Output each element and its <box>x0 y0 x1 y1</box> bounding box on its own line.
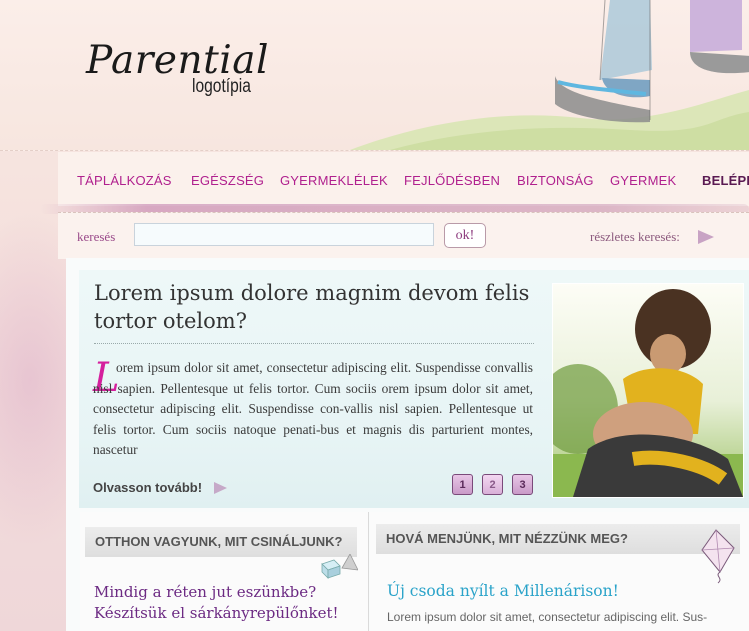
cube-kite-icon <box>321 554 358 579</box>
left-box-text[interactable]: Mindig a réten jut eszünkbe? Készítsük e… <box>94 582 364 624</box>
title-divider <box>94 343 534 344</box>
nav-item-biztonsag[interactable]: BIZTONSÁG <box>517 173 594 188</box>
nav-item-gyermek[interactable]: GYERMEK <box>610 173 676 188</box>
nav-item-fejlodesben[interactable]: FEJLŐDÉSBEN <box>404 173 500 188</box>
right-box-heading: HOVÁ MENJÜNK, MIT NÉZZÜNK MEG? <box>376 524 740 554</box>
pager-button-2[interactable]: 2 <box>482 474 503 495</box>
logo-subtitle: logotípia <box>192 76 251 97</box>
site-header: Parential logotípia <box>0 0 749 151</box>
featured-title[interactable]: Lorem ipsum dolore magnim devom felis to… <box>94 279 534 335</box>
right-box-text: Lorem ipsum dolor sit amet, consectetur … <box>387 610 708 624</box>
featured-text: orem ipsum dolor sit amet, consectetur a… <box>93 358 533 461</box>
search-bar: keresés ok! részletes keresés: <box>58 212 749 259</box>
nav-item-gyermeklelek[interactable]: GYERMEKLÉLEK <box>280 173 388 188</box>
pager-button-1[interactable]: 1 <box>452 474 473 495</box>
header-illustration <box>350 0 749 150</box>
featured-body: orem ipsum dolor sit amet, consectetur a… <box>93 360 533 457</box>
column-divider <box>368 512 369 631</box>
nav-item-taplalkozas[interactable]: TÁPLÁLKOZÁS <box>77 173 172 188</box>
advanced-search-link[interactable]: részletes keresés: <box>590 229 680 245</box>
featured-photo[interactable] <box>552 283 744 498</box>
nav-item-egeszseg[interactable]: EGÉSZSÉG <box>191 173 264 188</box>
arrow-right-icon[interactable] <box>698 230 714 244</box>
search-input[interactable] <box>134 223 434 246</box>
left-box-heading: OTTHON VAGYUNK, MIT CSINÁLJUNK? <box>85 527 357 557</box>
right-box-title[interactable]: Új csoda nyílt a Millenárison! <box>387 582 619 600</box>
nav-item-belepes[interactable]: BELÉPÉS <box>702 173 749 188</box>
main-navigation: TÁPLÁLKOZÁS EGÉSZSÉG GYERMEKLÉLEK FEJLŐD… <box>58 152 749 206</box>
arrow-right-icon[interactable] <box>214 482 227 494</box>
kite-icon <box>701 529 735 584</box>
read-more-link[interactable]: Olvasson tovább! <box>93 480 202 495</box>
pager-button-3[interactable]: 3 <box>512 474 533 495</box>
search-ok-button[interactable]: ok! <box>444 223 486 248</box>
search-label: keresés <box>77 229 116 244</box>
